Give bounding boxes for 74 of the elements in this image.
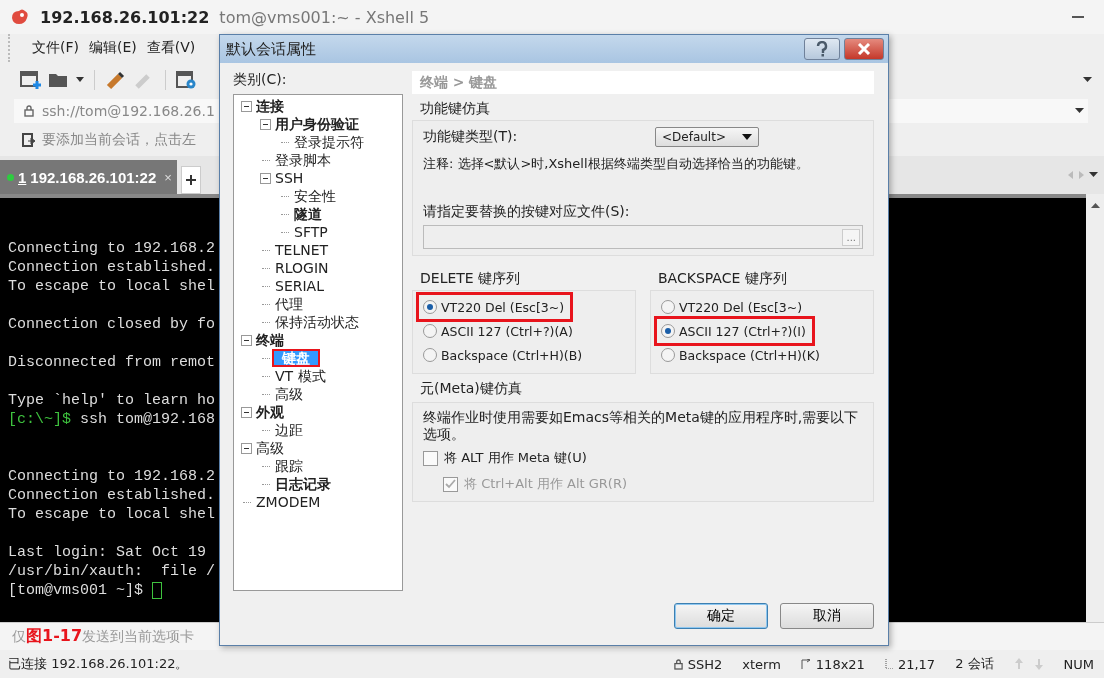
terminal-line: Connecting to 192.168.2 bbox=[8, 467, 216, 486]
terminal-line: Connection established. bbox=[8, 258, 216, 277]
menu-item[interactable]: 查看(V) bbox=[146, 39, 196, 57]
file-field[interactable]: ... bbox=[423, 225, 863, 249]
status-text: 118x21 bbox=[815, 656, 865, 672]
tree-item[interactable]: SFTP bbox=[293, 225, 329, 239]
group-title: DELETE 键序列 bbox=[419, 270, 522, 288]
tree-item[interactable]: 登录脚本 bbox=[274, 153, 332, 167]
status-text: xterm bbox=[742, 656, 781, 672]
tree-item[interactable]: 边距 bbox=[274, 423, 304, 437]
dialog-title: 默认会话属性 bbox=[226, 39, 316, 59]
radio-option[interactable]: VT220 Del (Esc[3~) bbox=[659, 297, 807, 317]
group-title: 元(Meta)键仿真 bbox=[419, 380, 523, 398]
session-tab[interactable]: 1 192.168.26.101:22 × bbox=[0, 160, 177, 194]
radio-option[interactable]: Backspace (Ctrl+H)(B) bbox=[421, 345, 587, 365]
tree-item[interactable]: 外观 bbox=[255, 405, 285, 419]
tree-item[interactable]: SERIAL bbox=[274, 279, 325, 293]
status-text: SSH2 bbox=[687, 656, 723, 672]
tree-item[interactable]: VT 模式 bbox=[274, 369, 327, 383]
tree-item[interactable]: 高级 bbox=[274, 387, 304, 401]
dialog-button[interactable]: 确定 bbox=[674, 603, 768, 629]
status-text: NUM bbox=[1063, 656, 1094, 672]
tree-item[interactable]: 登录提示符 bbox=[293, 135, 365, 149]
category-tree[interactable]: 连接 用户身份验证 登录提示符 登录脚本 SSH 安全性 隧道 SFTP TELNET RLOGIN SERIAL 代理 保持活动状态 终端 键盘 VT 模式 高级 外观 边距 高级 跟踪 日志记录 ZMODEM bbox=[233, 94, 403, 591]
tree-item[interactable]: 连接 bbox=[255, 99, 285, 113]
group-title: 功能键仿真 bbox=[419, 100, 491, 118]
tree-item[interactable]: SSH bbox=[274, 171, 305, 185]
tree-item[interactable]: ZMODEM bbox=[255, 495, 322, 509]
tree-item[interactable]: 保持活动状态 bbox=[274, 315, 360, 329]
terminal-line: Disconnected from remot bbox=[8, 353, 216, 372]
menu-item[interactable]: 文件(F) bbox=[32, 39, 79, 57]
checkbox-option[interactable]: 将 ALT 用作 Meta 键(U) bbox=[423, 447, 587, 469]
type-dropdown[interactable]: <Default> bbox=[655, 127, 759, 147]
tree-item[interactable]: 终端 bbox=[255, 333, 285, 347]
field-label: 请指定要替换的按键对应文件(S): bbox=[423, 203, 631, 221]
tree-item[interactable]: 隧道 bbox=[293, 207, 323, 221]
hint-text: 要添加当前会话，点击左 bbox=[42, 131, 196, 149]
breadcrumb-bar: 终端 > 键盘 bbox=[412, 71, 874, 94]
group-title: BACKSPACE 键序列 bbox=[657, 270, 788, 288]
window-title: 192.168.26.101:22 bbox=[40, 7, 210, 27]
terminal-line: [tom@vms001 ~]$ bbox=[8, 581, 145, 600]
figure-label: 图1-17 bbox=[26, 626, 83, 647]
terminal-line: [c:\~]$ ssh tom@192.168 bbox=[8, 410, 216, 429]
radio-option[interactable]: ASCII 127 (Ctrl+?)(A) bbox=[421, 321, 577, 341]
terminal-line: Connection closed by fo bbox=[8, 315, 216, 334]
status-text: 2 会话 bbox=[955, 655, 994, 673]
description-text: 终端作业时使用需要如Emacs等相关的Meta键的应用程序时,需要以下选项。 bbox=[423, 409, 860, 443]
dialog-button[interactable]: 取消 bbox=[780, 603, 874, 629]
window-subtitle: tom@vms001:~ - Xshell 5 bbox=[219, 7, 430, 27]
radio-option[interactable]: VT220 Del (Esc[3~) bbox=[421, 297, 569, 317]
tree-item[interactable]: RLOGIN bbox=[274, 261, 330, 275]
terminal-line: Last login: Sat Oct 19 bbox=[8, 543, 207, 562]
tree-item[interactable]: 代理 bbox=[274, 297, 304, 311]
tree-item[interactable]: 用户身份验证 bbox=[274, 117, 360, 131]
terminal-line: Type `help' to learn ho bbox=[8, 391, 216, 410]
terminal-line: Connecting to 192.168.2 bbox=[8, 239, 216, 258]
category-label: 类别(C): bbox=[233, 71, 288, 89]
tree-item[interactable]: 安全性 bbox=[293, 189, 337, 203]
browse-button[interactable]: ... bbox=[842, 228, 860, 246]
tree-item[interactable]: 高级 bbox=[255, 441, 285, 455]
radio-option[interactable]: Backspace (Ctrl+H)(K) bbox=[659, 345, 824, 365]
tree-item[interactable]: 日志记录 bbox=[274, 477, 332, 491]
terminal-line: To escape to local shel bbox=[8, 505, 216, 524]
terminal-line: To escape to local shel bbox=[8, 277, 216, 296]
terminal-line: Connection established. bbox=[8, 486, 216, 505]
status-text: 已连接 192.168.26.101:22。 bbox=[8, 655, 189, 673]
status-text: 21,17 bbox=[897, 656, 936, 672]
menu-item[interactable]: 编辑(E) bbox=[89, 39, 137, 57]
note-text: 注释: 选择<默认>时,Xshell根据终端类型自动选择恰当的功能键。 bbox=[423, 155, 810, 173]
radio-option[interactable]: ASCII 127 (Ctrl+?)(I) bbox=[659, 321, 810, 341]
field-label: 功能键类型(T): bbox=[423, 128, 519, 146]
tree-item[interactable]: TELNET bbox=[274, 243, 330, 257]
tree-item[interactable]: 跟踪 bbox=[274, 459, 304, 473]
terminal-line: /usr/bin/xauth: file / bbox=[8, 562, 216, 581]
